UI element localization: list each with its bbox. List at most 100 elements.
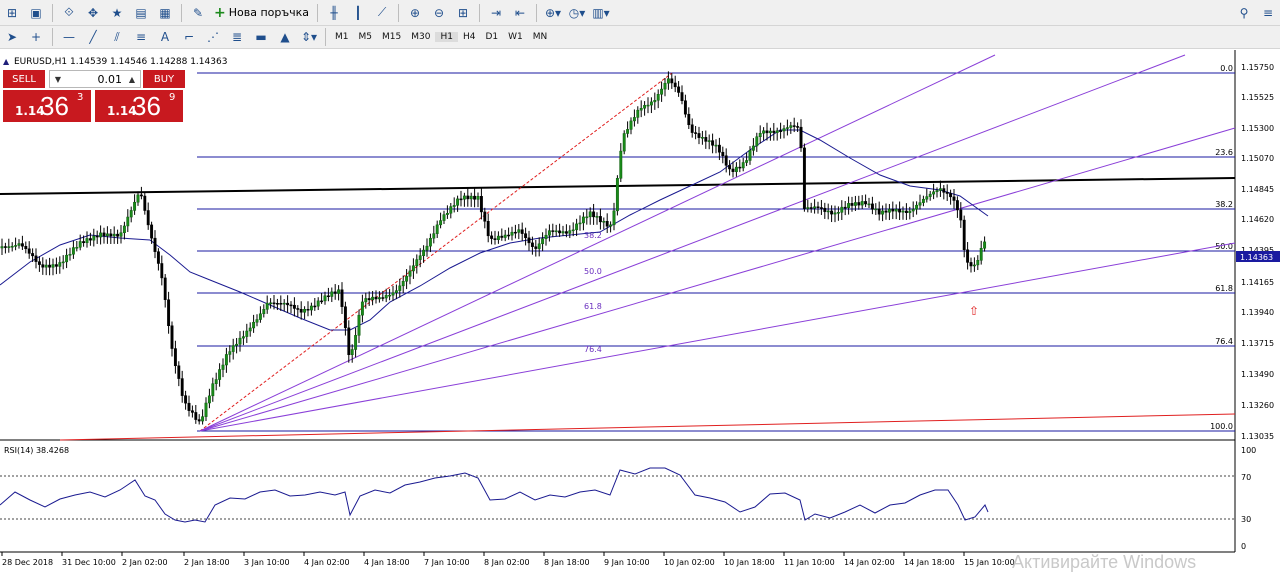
- candle-body: [714, 144, 718, 147]
- timeframe-w1[interactable]: W1: [503, 32, 528, 42]
- label-icon[interactable]: ⌐: [178, 27, 200, 47]
- candle-body: [41, 264, 45, 268]
- zoom-out-icon[interactable]: ⊖: [428, 3, 450, 23]
- timeframe-h4[interactable]: H4: [458, 32, 481, 42]
- candle-body: [323, 295, 327, 302]
- price-tick: 1.15525: [1241, 93, 1274, 102]
- zoom-in-icon[interactable]: ⊕: [404, 3, 426, 23]
- timeframe-m30[interactable]: M30: [406, 32, 435, 42]
- candle-body: [864, 201, 868, 205]
- candle-body: [184, 395, 188, 404]
- timeframe-m1[interactable]: M1: [330, 32, 354, 42]
- candle-body: [177, 365, 181, 379]
- rsi-label: RSI(14) 38.4268: [4, 446, 69, 455]
- candle-body: [629, 120, 633, 130]
- candle-body: [870, 203, 874, 210]
- candle-body: [139, 194, 143, 197]
- triangle-icon[interactable]: ▲: [274, 27, 296, 47]
- timeframe-m15[interactable]: M15: [377, 32, 406, 42]
- candle-body: [881, 210, 885, 215]
- lot-decrease-icon[interactable]: ▼: [50, 75, 66, 84]
- timeframe-d1[interactable]: D1: [480, 32, 503, 42]
- candle-body: [469, 195, 473, 200]
- candle-body: [143, 195, 147, 211]
- line-chart-icon[interactable]: ⟋: [371, 3, 393, 23]
- candle-body: [755, 136, 759, 147]
- fib-label: 100.0: [1210, 422, 1233, 431]
- candle-body: [306, 309, 310, 311]
- crosshair-icon[interactable]: +: [25, 27, 47, 47]
- equidistant-channel-icon[interactable]: ⫽: [106, 27, 128, 47]
- lot-increase-icon[interactable]: ▲: [124, 75, 140, 84]
- sell-price-big: 36: [40, 91, 69, 121]
- candlesticks-icon[interactable]: ┃: [347, 3, 369, 23]
- terminal-icon[interactable]: ▤: [130, 3, 152, 23]
- arrows-icon[interactable]: ⇕▾: [298, 27, 320, 47]
- fibonacci-retracement-icon[interactable]: ≡: [130, 27, 152, 47]
- indicators-icon[interactable]: ⊕▾: [542, 3, 564, 23]
- lot-size-field[interactable]: ▼ 0.01 ▲: [49, 70, 141, 88]
- metaeditor-icon[interactable]: ✎: [187, 3, 209, 23]
- fibonacci-levels-icon[interactable]: ≣: [226, 27, 248, 47]
- candle-body: [82, 241, 86, 244]
- navigator-icon[interactable]: ★: [106, 3, 128, 23]
- cursor-icon[interactable]: ➤: [1, 27, 23, 47]
- timeframe-h1[interactable]: H1: [435, 32, 458, 42]
- rectangle-icon[interactable]: ▬: [250, 27, 272, 47]
- candle-body: [153, 237, 157, 252]
- candle-body: [942, 188, 946, 193]
- candle-body: [772, 130, 776, 133]
- bar-chart-icon[interactable]: ╫: [323, 3, 345, 23]
- candle-body: [938, 188, 942, 191]
- sell-button[interactable]: SELL: [3, 70, 45, 88]
- candle-body: [398, 285, 402, 291]
- time-label: 2 Jan 02:00: [122, 558, 168, 567]
- market-watch-icon[interactable]: ⟐: [58, 3, 80, 23]
- templates-icon[interactable]: ▥▾: [590, 3, 612, 23]
- candle-body: [296, 308, 300, 310]
- candle-body: [809, 207, 813, 209]
- buy-button[interactable]: BUY: [143, 70, 185, 88]
- menu-icon[interactable]: ≡: [1257, 3, 1279, 23]
- profiles-icon[interactable]: ▣: [25, 3, 47, 23]
- candle-body: [180, 378, 184, 396]
- fibonacci-fan-icon[interactable]: ⋰: [202, 27, 224, 47]
- candle-body: [843, 206, 847, 209]
- tile-windows-icon[interactable]: ⊞: [452, 3, 474, 23]
- time-label: 15 Jan 10:00: [964, 558, 1015, 567]
- candle-body: [983, 241, 987, 249]
- lot-value[interactable]: 0.01: [66, 73, 124, 86]
- data-window-icon[interactable]: ✥: [82, 3, 104, 23]
- candle-body: [92, 235, 96, 241]
- periods-icon[interactable]: ◷▾: [566, 3, 588, 23]
- candle-body: [303, 309, 307, 313]
- chart-shift-icon[interactable]: ⇤: [509, 3, 531, 23]
- price-chart[interactable]: ▲ EURUSD,H1 1.14539 1.14546 1.14288 1.14…: [0, 50, 1280, 572]
- search-icon[interactable]: ⚲: [1233, 3, 1255, 23]
- candle-body: [10, 245, 14, 248]
- new-order-button[interactable]: + Нова поръчка: [210, 5, 313, 21]
- trendline-icon[interactable]: ╱: [82, 27, 104, 47]
- candle-body: [391, 292, 395, 296]
- sell-price[interactable]: 1.14 36 3: [3, 90, 91, 122]
- candle-body: [241, 336, 245, 339]
- timeframe-mn[interactable]: MN: [528, 32, 553, 42]
- candle-body: [806, 207, 810, 209]
- candle-body: [51, 264, 55, 268]
- candle-body: [670, 78, 674, 84]
- timeframe-m5[interactable]: M5: [354, 32, 378, 42]
- candle-body: [626, 129, 630, 134]
- auto-scroll-icon[interactable]: ⇥: [485, 3, 507, 23]
- text-icon[interactable]: A: [154, 27, 176, 47]
- candle-body: [146, 210, 150, 226]
- horizontal-line-icon[interactable]: —: [58, 27, 80, 47]
- candle-body: [275, 303, 279, 305]
- candle-body: [112, 233, 116, 237]
- candle-body: [687, 113, 691, 126]
- candle-body: [578, 222, 582, 225]
- strategy-tester-icon[interactable]: ▦: [154, 3, 176, 23]
- new-chart-icon[interactable]: ⊞: [1, 3, 23, 23]
- candle-body: [116, 233, 120, 237]
- buy-price[interactable]: 1.14 36 9: [95, 90, 183, 122]
- candle-body: [204, 402, 208, 417]
